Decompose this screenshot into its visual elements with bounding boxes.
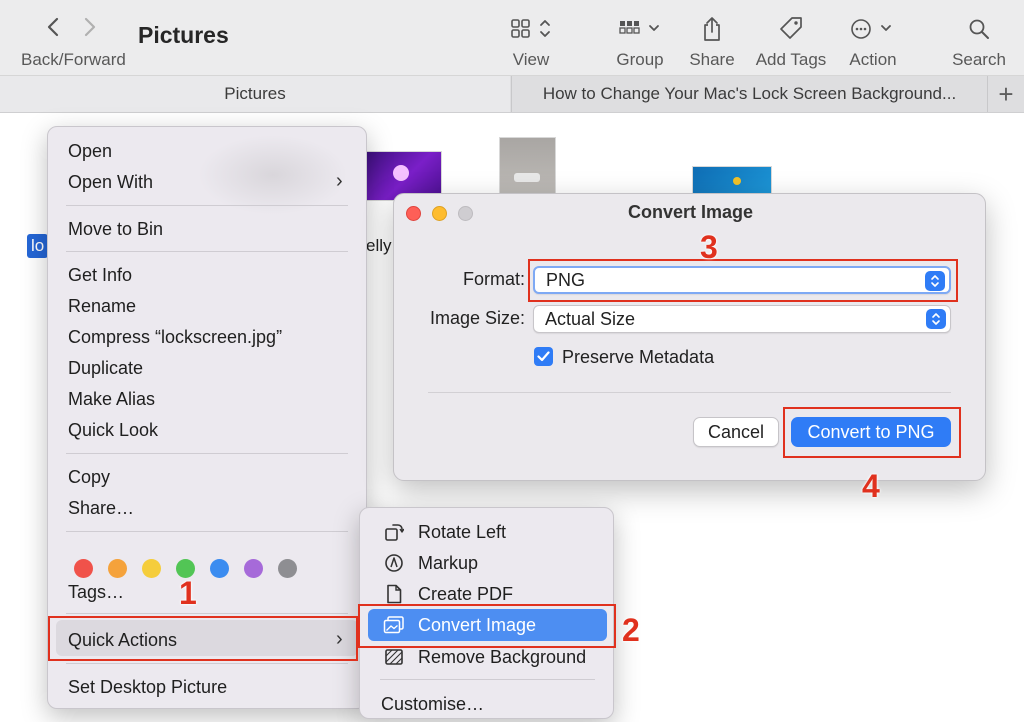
search-label: Search [952,50,1006,69]
add-tags-label: Add Tags [755,50,827,69]
submenu-label: Customise… [381,693,485,714]
document-icon [383,583,405,605]
cancel-button[interactable]: Cancel [693,417,779,447]
group-button[interactable]: Group [612,12,668,70]
tab-bar: Pictures How to Change Your Mac's Lock S… [0,76,1024,113]
submenu-label: Create PDF [418,583,514,604]
share-button[interactable]: Share [686,12,738,70]
share-icon [701,12,723,46]
add-tags-button[interactable]: Add Tags [752,12,830,70]
rotate-left-icon [383,521,405,543]
window-title: Pictures [138,22,229,48]
updown-chevron-icon [926,309,946,329]
tag-color-red[interactable] [74,559,93,578]
annotation-box-format [528,259,958,302]
menu-item-move-to-bin[interactable]: Move to Bin [68,219,163,240]
menu-separator [380,679,595,680]
image-size-label: Image Size: [429,308,525,328]
remove-background-icon [383,646,405,668]
annotation-step-3: 3 [700,229,718,265]
file-label[interactable]: elly [366,236,392,256]
checkmark-icon [537,351,550,362]
annotation-box-quick-actions [48,616,358,661]
tab-pictures[interactable]: Pictures [0,76,510,112]
menu-separator [66,663,348,664]
menu-item-rename[interactable]: Rename [68,296,136,317]
search-icon [968,12,990,46]
submenu-item-customise[interactable]: Customise… [360,689,615,719]
tag-icon [778,12,804,46]
new-tab-button[interactable]: + [987,76,1024,112]
forward-button[interactable] [77,14,103,40]
menu-separator [66,613,348,614]
preserve-metadata-label: Preserve Metadata [562,347,715,367]
menu-separator [66,453,348,454]
action-label: Action [849,50,897,69]
menu-separator [66,251,348,252]
group-label: Group [616,50,664,69]
preserve-metadata-checkbox[interactable] [534,347,553,366]
ellipsis-circle-icon [850,12,896,46]
menu-item-share[interactable]: Share… [68,498,134,519]
menu-item-get-info[interactable]: Get Info [68,265,132,286]
dialog-title: Convert Image [627,202,754,222]
back-button[interactable] [40,14,66,40]
tag-color-yellow[interactable] [142,559,161,578]
submenu-item-markup[interactable]: Markup [360,548,615,578]
menu-item-open-with[interactable]: Open With [68,172,153,193]
search-button[interactable]: Search [950,12,1008,70]
grid-view-icon [510,12,552,46]
annotation-step-4: 4 [862,468,880,504]
annotation-step-1: 1 [179,575,197,611]
image-size-select[interactable]: Actual Size [533,305,951,333]
file-thumbnail[interactable] [692,166,772,196]
image-size-value: Actual Size [545,308,636,329]
annotation-box-convert-button [783,407,961,458]
selected-file-label[interactable]: lo [27,234,49,258]
tag-color-purple[interactable] [244,559,263,578]
chevron-right-icon: › [336,170,343,192]
view-label: View [512,50,550,69]
tag-color-blue[interactable] [210,559,229,578]
menu-item-set-desktop-picture[interactable]: Set Desktop Picture [68,677,227,698]
submenu-label: Rotate Left [418,521,507,542]
menu-item-make-alias[interactable]: Make Alias [68,389,155,410]
menu-item-tags[interactable]: Tags… [68,582,124,603]
tag-color-gray[interactable] [278,559,297,578]
action-button[interactable]: Action [844,12,902,70]
menu-item-compress[interactable]: Compress “lockscreen.jpg” [68,327,282,348]
tag-color-orange[interactable] [108,559,127,578]
back-forward-caption: Back/Forward [21,50,126,69]
finder-toolbar: Back/Forward Pictures View Group Share A… [0,0,1024,76]
annotation-step-2: 2 [622,612,640,648]
menu-separator [66,205,348,206]
share-label: Share [689,50,735,69]
dialog-separator [428,392,951,393]
menu-item-open[interactable]: Open [68,141,112,162]
submenu-item-rotate-left[interactable]: Rotate Left [360,517,615,547]
submenu-label: Markup [418,552,479,573]
view-button[interactable]: View [505,12,557,70]
group-icon [617,12,663,46]
submenu-label: Remove Background [418,646,587,667]
menu-item-quick-look[interactable]: Quick Look [68,420,158,441]
chevron-right-icon [84,17,96,37]
menu-item-copy[interactable]: Copy [68,467,110,488]
menu-separator [66,531,348,532]
markup-icon [383,552,405,574]
chevron-left-icon [47,17,59,37]
tab-article[interactable]: How to Change Your Mac's Lock Screen Bac… [511,76,987,112]
format-label: Format: [462,269,525,289]
menu-item-duplicate[interactable]: Duplicate [68,358,143,379]
annotation-box-convert-image [358,604,616,648]
